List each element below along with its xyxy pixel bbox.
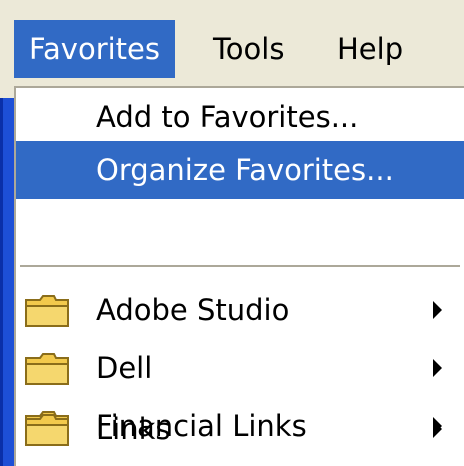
menu-tools[interactable]: Tools bbox=[198, 20, 299, 78]
menu-item-organize-favorites[interactable]: Organize Favorites... bbox=[16, 141, 464, 199]
menu-item-label: Organize Favorites... bbox=[96, 153, 394, 187]
submenu-arrow-icon bbox=[433, 359, 442, 377]
folder-item-links[interactable]: Links bbox=[16, 400, 464, 458]
menu-item-label: Add to Favorites... bbox=[96, 100, 359, 134]
menu-item-label: Adobe Studio bbox=[96, 293, 290, 327]
submenu-arrow-icon bbox=[433, 420, 442, 438]
menu-separator bbox=[20, 265, 460, 269]
menu-help[interactable]: Help bbox=[322, 20, 418, 78]
menu-item-label: Links bbox=[96, 412, 171, 446]
menu-bar: Favorites Tools Help bbox=[0, 0, 464, 98]
window-edge bbox=[0, 98, 14, 466]
menu-favorites[interactable]: Favorites bbox=[14, 20, 175, 78]
menu-item-add-to-favorites[interactable]: Add to Favorites... bbox=[16, 88, 464, 146]
folder-item-adobe-studio[interactable]: Adobe Studio bbox=[16, 281, 464, 339]
folder-icon bbox=[25, 414, 69, 446]
folder-icon bbox=[25, 295, 69, 327]
folder-item-dell[interactable]: Dell bbox=[16, 339, 464, 397]
submenu-arrow-icon bbox=[433, 301, 442, 319]
folder-icon bbox=[25, 353, 69, 385]
menu-item-label: Dell bbox=[96, 351, 153, 385]
